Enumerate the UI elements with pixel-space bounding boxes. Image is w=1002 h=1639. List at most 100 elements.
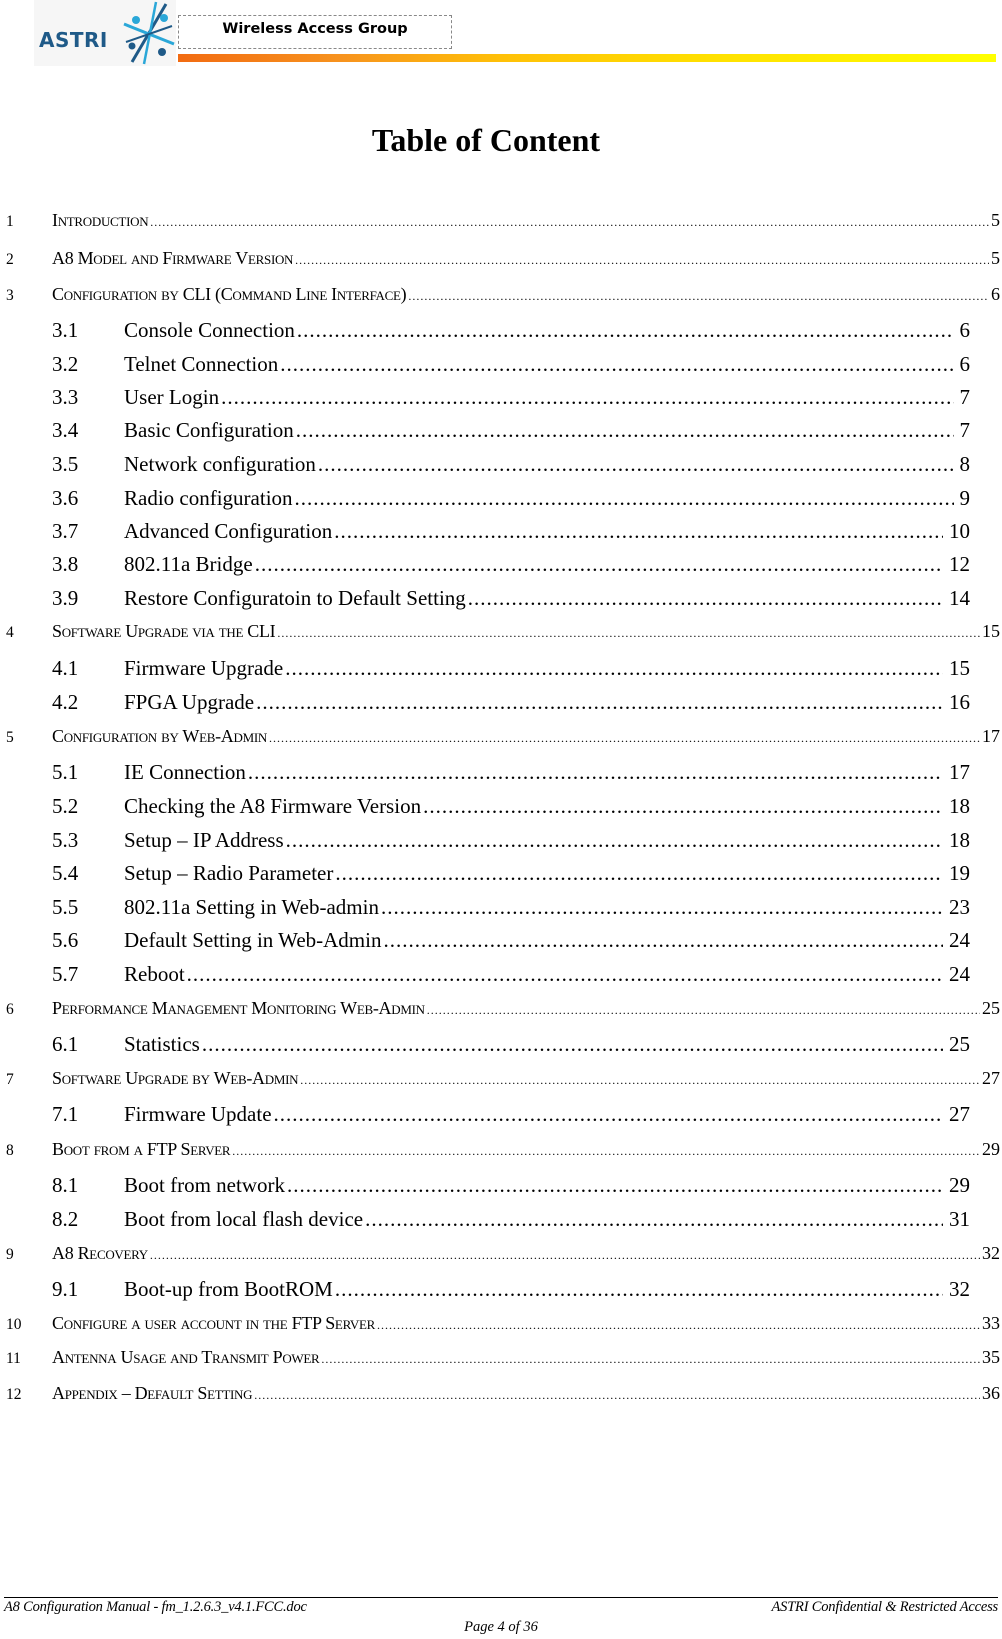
toc-entry[interactable]: 5.5 802.11a Setting in Web-admin 23: [52, 895, 970, 920]
toc-dot-leader: [381, 895, 943, 920]
toc-dot-leader: [335, 861, 943, 886]
toc-entry-title[interactable]: Software Upgrade by Web-Admin: [52, 1068, 299, 1089]
toc-entry-title[interactable]: Setup – Radio Parameter: [124, 861, 333, 886]
toc-entry[interactable]: 9.1 Boot-up from BootROM 32: [52, 1277, 970, 1302]
toc-entry-page: 7: [959, 385, 971, 409]
toc-entry-title[interactable]: Performance Management Monitoring Web-Ad…: [52, 998, 425, 1019]
toc-entry-page: 25: [982, 998, 1000, 1018]
toc-entry-number: 3.4: [52, 418, 79, 442]
toc-dot-leader: [468, 586, 943, 611]
toc-entry-title[interactable]: Advanced Configuration: [124, 519, 332, 544]
toc-entry-title[interactable]: Firmware Upgrade: [124, 656, 283, 681]
toc-entry[interactable]: 3.4 Basic Configuration 7: [52, 418, 970, 443]
toc-dot-leader: [150, 213, 989, 231]
toc-entry-number: 5.5: [52, 895, 79, 919]
toc-entry[interactable]: 5.3 Setup – IP Address 18: [52, 828, 970, 853]
toc-entry-title[interactable]: IE Connection: [124, 760, 246, 785]
toc-entry-page: 6: [959, 318, 971, 342]
toc-entry[interactable]: 8 Boot from a FTP Server 29: [6, 1139, 1000, 1160]
toc-entry-title[interactable]: Boot-up from BootROM: [124, 1277, 333, 1302]
toc-entry-title[interactable]: Configuration by CLI (Command Line Inter…: [52, 284, 407, 305]
toc-entry-number: 9.1: [52, 1277, 79, 1301]
toc-entry-number: 11: [6, 1350, 21, 1367]
toc-entry[interactable]: 7.1 Firmware Update 27: [52, 1102, 970, 1127]
toc-entry[interactable]: 3.8 802.11a Bridge 12: [52, 552, 970, 577]
toc-entry[interactable]: 9 A8 Recovery 32: [6, 1243, 1000, 1264]
toc-entry[interactable]: 5.6 Default Setting in Web-Admin 24: [52, 928, 970, 953]
toc-entry-title[interactable]: Introduction: [52, 210, 149, 231]
toc-entry-page: 8: [959, 452, 971, 476]
toc-entry-title[interactable]: Restore Configuratoin to Default Setting: [124, 586, 466, 611]
toc-entry-title[interactable]: Console Connection: [124, 318, 295, 343]
toc-entry[interactable]: 3.5 Network configuration 8: [52, 452, 970, 477]
toc-entry-title[interactable]: Firmware Update: [124, 1102, 272, 1127]
toc-entry[interactable]: 8.1 Boot from network 29: [52, 1173, 970, 1198]
toc-entry[interactable]: 6.1 Statistics 25: [52, 1032, 970, 1057]
toc-entry-title[interactable]: 802.11a Setting in Web-admin: [124, 895, 379, 920]
toc-entry[interactable]: 7 Software Upgrade by Web-Admin 27: [6, 1068, 1000, 1089]
toc-entry-title[interactable]: FPGA Upgrade: [124, 690, 254, 715]
group-label: Wireless Access Group: [222, 21, 408, 37]
toc-entry[interactable]: 5 Configuration by Web-Admin 17: [6, 726, 1000, 747]
toc-entry[interactable]: 10 Configure a user account in the FTP Se…: [6, 1313, 1000, 1334]
toc-entry[interactable]: 3 Configuration by CLI (Command Line Inte…: [6, 284, 1000, 305]
toc-entry-title[interactable]: Boot from a FTP Server: [52, 1139, 231, 1160]
toc-entry-title[interactable]: 802.11a Bridge: [124, 552, 253, 577]
toc-entry[interactable]: 11 Antenna Usage and Transmit Power 35: [6, 1347, 1000, 1368]
toc-entry-number: 6: [6, 1001, 14, 1018]
toc-entry-page: 23: [949, 895, 970, 919]
toc-entry-title[interactable]: Checking the A8 Firmware Version: [124, 794, 421, 819]
toc-entry-title[interactable]: Boot from local flash device: [124, 1207, 363, 1232]
toc-entry[interactable]: 5.7 Reboot 24: [52, 962, 970, 987]
toc-entry[interactable]: 3.7 Advanced Configuration 10: [52, 519, 970, 544]
toc-entry-number: 8.1: [52, 1173, 79, 1197]
toc-entry-title[interactable]: Boot from network: [124, 1173, 285, 1198]
toc-entry-title[interactable]: Antenna Usage and Transmit Power: [52, 1347, 320, 1368]
toc-entry[interactable]: 6 Performance Management Monitoring Web-A…: [6, 998, 1000, 1019]
toc-entry-title[interactable]: Appendix – Default Setting: [52, 1383, 253, 1404]
toc-entry-title[interactable]: User Login: [124, 385, 219, 410]
toc-entry-title[interactable]: Telnet Connection: [124, 352, 278, 377]
toc-entry-title[interactable]: Configure a user account in the FTP Serv…: [52, 1313, 375, 1334]
toc-entry-title[interactable]: A8 Model and Firmware Version: [52, 248, 293, 269]
toc-entry-title[interactable]: Basic Configuration: [124, 418, 294, 443]
toc-entry-title[interactable]: Software Upgrade via the CLI: [52, 621, 276, 642]
toc-dot-leader: [408, 287, 989, 305]
toc-entry[interactable]: 3.6 Radio configuration 9: [52, 486, 970, 511]
toc-dot-leader: [221, 385, 953, 410]
toc-dot-leader: [256, 690, 943, 715]
toc-entry[interactable]: 5.4 Setup – Radio Parameter 19: [52, 861, 970, 886]
toc-entry[interactable]: 3.1 Console Connection 6: [52, 318, 970, 343]
toc-entry-number: 3.6: [52, 486, 79, 510]
toc-entry-title[interactable]: Reboot: [124, 962, 185, 987]
toc-dot-leader: [318, 452, 954, 477]
toc-entry[interactable]: 3.9 Restore Configuratoin to Default Sett…: [52, 586, 970, 611]
toc-entry[interactable]: 8.2 Boot from local flash device 31: [52, 1207, 970, 1232]
toc-entry-title[interactable]: Setup – IP Address: [124, 828, 284, 853]
toc-entry[interactable]: 5.2 Checking the A8 Firmware Version 18: [52, 794, 970, 819]
toc-entry[interactable]: 12 Appendix – Default Setting 36: [6, 1383, 1000, 1404]
toc-entry-page: 14: [949, 586, 970, 610]
toc-entry[interactable]: 3.3 User Login 7: [52, 385, 970, 410]
toc-entry-title[interactable]: Network configuration: [124, 452, 316, 477]
toc-dot-leader: [296, 418, 954, 443]
toc-entry-title[interactable]: Radio configuration: [124, 486, 293, 511]
toc-entry-title[interactable]: Configuration by Web-Admin: [52, 726, 267, 747]
toc-entry-title[interactable]: Statistics: [124, 1032, 200, 1057]
toc-entry-number: 4.1: [52, 656, 79, 680]
toc-entry-title[interactable]: Default Setting in Web-Admin: [124, 928, 381, 953]
footer-page-number: Page 4 of 36: [464, 1619, 538, 1635]
toc-entry[interactable]: 4 Software Upgrade via the CLI 15: [6, 621, 1000, 642]
toc-entry[interactable]: 3.2 Telnet Connection 6: [52, 352, 970, 377]
toc-entry[interactable]: 1 Introduction 5: [6, 210, 1000, 231]
toc-entry[interactable]: 5.1 IE Connection 17: [52, 760, 970, 785]
toc-entry-number: 3.7: [52, 519, 79, 543]
toc-dot-leader: [377, 1316, 980, 1334]
toc-entry[interactable]: 4.2 FPGA Upgrade 16: [52, 690, 970, 715]
toc-entry-page: 29: [949, 1173, 970, 1197]
toc-entry-title[interactable]: A8 Recovery: [52, 1243, 148, 1264]
toc-entry-page: 24: [949, 928, 970, 952]
toc-entry[interactable]: 4.1 Firmware Upgrade 15: [52, 656, 970, 681]
toc-dot-leader: [335, 1277, 943, 1302]
toc-entry[interactable]: 2 A8 Model and Firmware Version 5: [6, 248, 1000, 269]
